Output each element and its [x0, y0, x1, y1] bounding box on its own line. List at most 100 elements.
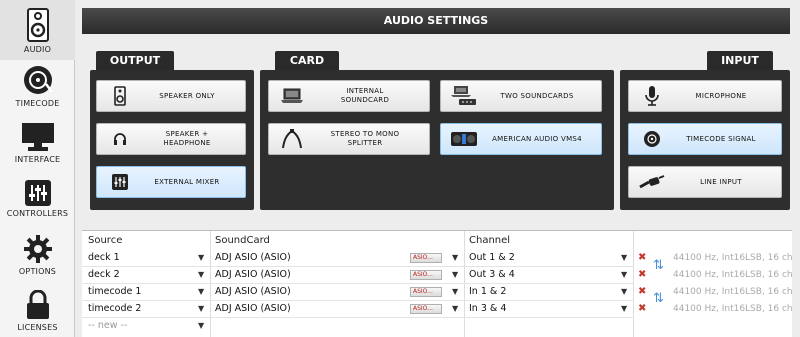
table-row: deck 1 ▼ ADJ ASIO (ASIO) ASIO... ▼ Out 1…	[82, 250, 793, 266]
speaker-only-button[interactable]: SPEAKER ONLY	[96, 80, 246, 112]
sidebar-item-label: CONTROLLERS	[6, 209, 69, 218]
sidebar-item-label: INTERFACE	[14, 155, 61, 164]
channel-select[interactable]: In 3 & 4	[469, 301, 506, 317]
line-input-button[interactable]: LINE INPUT	[628, 166, 782, 198]
soundcard-select[interactable]: ADJ ASIO (ASIO)	[215, 284, 291, 300]
asio-config-button[interactable]: ASIO...	[410, 304, 442, 314]
chevron-down-icon[interactable]: ▼	[621, 301, 627, 317]
new-row: -- new -- ▼	[82, 318, 792, 334]
timecode-signal-button[interactable]: TIMECODE SIGNAL	[628, 123, 782, 155]
button-label: TWO SOUNDCARDS	[500, 91, 574, 100]
channel-select[interactable]: Out 3 & 4	[469, 267, 515, 283]
input-panel: MICROPHONE TIMECODE SIGNAL LINE INPUT	[620, 70, 790, 210]
chevron-down-icon[interactable]: ▼	[621, 267, 627, 283]
speaker-icon	[105, 84, 135, 108]
chevron-down-icon[interactable]: ▼	[452, 267, 458, 283]
sidebar-item-label: LICENSES	[17, 323, 58, 332]
header-channel: Channel	[469, 235, 511, 246]
asio-config-button[interactable]: ASIO...	[410, 287, 442, 297]
delete-row-icon[interactable]: ✖	[638, 301, 646, 317]
table-row: timecode 1 ▼ ADJ ASIO (ASIO) ASIO... ▼ I…	[82, 284, 793, 300]
microphone-icon	[637, 84, 667, 108]
sidebar-item-options[interactable]: OPTIONS	[0, 234, 75, 282]
source-select[interactable]: timecode 2	[88, 301, 141, 317]
sidebar-item-label: TIMECODE	[15, 99, 60, 108]
american-audio-vms4-button[interactable]: AMERICAN AUDIO VMS4	[440, 123, 602, 155]
monitor-icon	[21, 123, 54, 151]
channel-select[interactable]: Out 1 & 2	[469, 250, 515, 266]
delete-row-icon[interactable]: ✖	[638, 284, 646, 300]
source-select[interactable]: deck 2	[88, 267, 120, 283]
chevron-down-icon[interactable]: ▼	[198, 284, 204, 300]
header-soundcard: SoundCard	[215, 235, 270, 246]
chevron-down-icon[interactable]: ▼	[198, 250, 204, 266]
laptop-icon	[277, 84, 307, 108]
sidebar-item-label: OPTIONS	[18, 267, 57, 276]
swap-icon[interactable]: ⇅	[653, 258, 664, 274]
button-label: LINE INPUT	[700, 177, 742, 186]
button-label: SPEAKER + HEADPHONE	[163, 130, 211, 147]
chevron-down-icon[interactable]: ▼	[621, 250, 627, 266]
mixer-icon	[105, 170, 135, 194]
source-select[interactable]: deck 1	[88, 250, 120, 266]
delete-row-icon[interactable]: ✖	[638, 267, 646, 283]
internal-soundcard-button[interactable]: INTERNAL SOUNDCARD	[268, 80, 430, 112]
chevron-down-icon[interactable]: ▼	[621, 284, 627, 300]
input-tab: INPUT	[707, 51, 773, 71]
channel-select[interactable]: In 1 & 2	[469, 284, 506, 300]
chevron-down-icon[interactable]: ▼	[452, 284, 458, 300]
cable-plug-icon	[637, 170, 667, 194]
lock-icon	[26, 290, 49, 319]
format-info: 44100 Hz, Int16LSB, 16 ch	[673, 253, 793, 263]
two-soundcards-button[interactable]: TWO SOUNDCARDS	[440, 80, 602, 112]
sidebar-item-label: AUDIO	[23, 45, 52, 54]
button-label: STEREO TO MONO SPLITTER	[330, 130, 400, 147]
card-tab: CARD	[275, 51, 339, 71]
speaker-icon	[26, 8, 49, 42]
button-label: SPEAKER ONLY	[159, 91, 215, 100]
button-label: TIMECODE SIGNAL	[686, 134, 756, 143]
asio-config-button[interactable]: ASIO...	[410, 253, 442, 263]
new-source-select[interactable]: -- new --	[88, 318, 127, 334]
format-info: 44100 Hz, Int16LSB, 16 ch	[673, 304, 793, 314]
asio-config-button[interactable]: ASIO...	[410, 270, 442, 280]
page-title: AUDIO SETTINGS	[82, 8, 790, 34]
sidebar-item-audio[interactable]: AUDIO	[0, 0, 75, 60]
speaker-headphone-button[interactable]: SPEAKER + HEADPHONE	[96, 123, 246, 155]
output-tab: OUTPUT	[96, 51, 174, 71]
table-row: deck 2 ▼ ADJ ASIO (ASIO) ASIO... ▼ Out 3…	[82, 267, 793, 283]
chevron-down-icon[interactable]: ▼	[452, 301, 458, 317]
audio-config-table: Source SoundCard Channel deck 1 ▼ ADJ AS…	[82, 230, 793, 337]
vinyl-icon	[637, 127, 667, 151]
controller-device-icon	[449, 127, 479, 151]
sidebar-item-interface[interactable]: INTERFACE	[0, 122, 75, 172]
button-label: INTERNAL SOUNDCARD	[340, 87, 390, 104]
microphone-button[interactable]: MICROPHONE	[628, 80, 782, 112]
chevron-down-icon[interactable]: ▼	[198, 318, 204, 334]
sliders-icon	[24, 180, 51, 206]
soundcard-select[interactable]: ADJ ASIO (ASIO)	[215, 267, 291, 283]
audio-settings-panel: AUDIO SETTINGS OUTPUT SPEAKER ONLY SPEAK…	[80, 0, 800, 337]
delete-row-icon[interactable]: ✖	[638, 250, 646, 266]
sidebar-item-controllers[interactable]: CONTROLLERS	[0, 180, 75, 228]
sidebar-item-licenses[interactable]: LICENSES	[0, 290, 75, 337]
chevron-down-icon[interactable]: ▼	[198, 301, 204, 317]
headphone-icon	[105, 127, 135, 151]
format-info: 44100 Hz, Int16LSB, 16 ch	[673, 287, 793, 297]
source-select[interactable]: timecode 1	[88, 284, 141, 300]
chevron-down-icon[interactable]: ▼	[198, 267, 204, 283]
button-label: AMERICAN AUDIO VMS4	[492, 134, 582, 143]
table-row: timecode 2 ▼ ADJ ASIO (ASIO) ASIO... ▼ I…	[82, 301, 793, 317]
external-mixer-button[interactable]: EXTERNAL MIXER	[96, 166, 246, 198]
soundcard-select[interactable]: ADJ ASIO (ASIO)	[215, 301, 291, 317]
two-soundcards-icon	[449, 84, 479, 108]
output-panel: SPEAKER ONLY SPEAKER + HEADPHONE EXTERNA…	[90, 70, 254, 210]
gear-icon	[23, 235, 52, 263]
format-info: 44100 Hz, Int16LSB, 16 ch	[673, 270, 793, 280]
chevron-down-icon[interactable]: ▼	[452, 250, 458, 266]
sidebar-item-timecode[interactable]: TIMECODE	[0, 64, 75, 116]
stereo-to-mono-splitter-button[interactable]: STEREO TO MONO SPLITTER	[268, 123, 430, 155]
card-panel: INTERNAL SOUNDCARD TWO SOUNDCARDS STEREO…	[260, 70, 614, 210]
button-label: EXTERNAL MIXER	[154, 177, 220, 186]
soundcard-select[interactable]: ADJ ASIO (ASIO)	[215, 250, 291, 266]
